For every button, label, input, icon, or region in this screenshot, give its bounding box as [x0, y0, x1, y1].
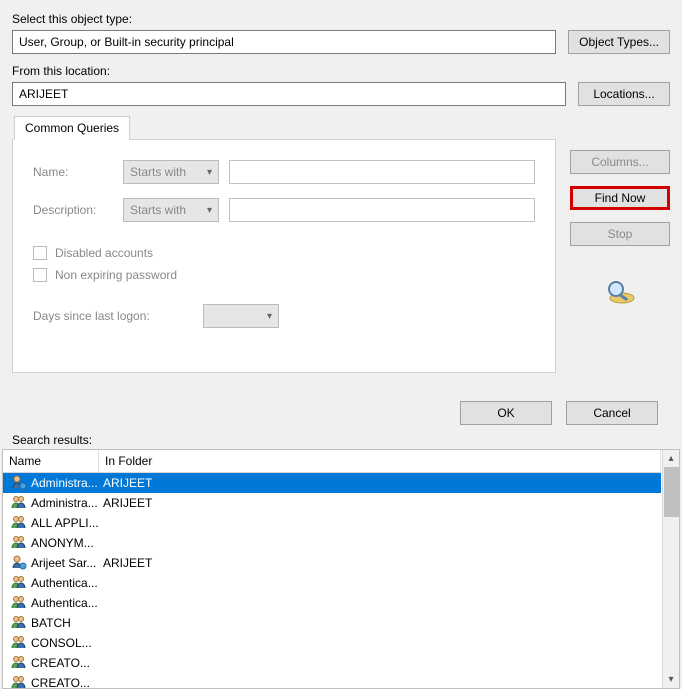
result-name: Authentica... [7, 594, 99, 613]
result-row[interactable]: Authentica... [3, 593, 661, 613]
columns-button[interactable]: Columns... [570, 150, 670, 174]
result-name: CREATO... [7, 674, 99, 689]
result-folder: ARIJEET [99, 556, 661, 570]
description-label: Description: [33, 203, 113, 217]
group-icon [11, 614, 27, 633]
locations-button[interactable]: Locations... [578, 82, 670, 106]
column-name[interactable]: Name [3, 450, 99, 472]
scroll-up-icon[interactable]: ▴ [663, 450, 680, 467]
user-icon [11, 554, 27, 573]
disabled-accounts-label: Disabled accounts [55, 246, 153, 260]
stop-button[interactable]: Stop [570, 222, 670, 246]
result-name: ANONYM... [7, 534, 99, 553]
object-types-button[interactable]: Object Types... [568, 30, 670, 54]
disabled-accounts-checkbox[interactable] [33, 246, 47, 260]
scrollbar[interactable]: ▴ ▾ [662, 450, 679, 688]
ok-button[interactable]: OK [460, 401, 552, 425]
description-match-combo[interactable]: Starts with ▾ [123, 198, 219, 222]
scroll-thumb[interactable] [664, 467, 679, 517]
search-results-label: Search results: [12, 433, 682, 447]
days-since-logon-label: Days since last logon: [33, 309, 193, 323]
description-match-value: Starts with [130, 203, 186, 217]
result-row[interactable]: Administra...ARIJEET [3, 493, 661, 513]
search-results-list[interactable]: Name In Folder Administra...ARIJEETAdmin… [2, 449, 680, 689]
group-icon [11, 534, 27, 553]
group-icon [11, 634, 27, 653]
common-queries-panel: Name: Starts with ▾ Description: Starts … [12, 139, 556, 373]
name-match-combo[interactable]: Starts with ▾ [123, 160, 219, 184]
result-row[interactable]: CONSOL... [3, 633, 661, 653]
group-icon [11, 654, 27, 673]
result-name: Administra... [7, 494, 99, 513]
name-label: Name: [33, 165, 113, 179]
chevron-down-icon: ▾ [207, 205, 212, 216]
result-name: Arijeet Sar... [7, 554, 99, 573]
from-location-label: From this location: [12, 64, 670, 78]
description-input[interactable] [229, 198, 535, 222]
result-row[interactable]: ANONYM... [3, 533, 661, 553]
result-folder: ARIJEET [99, 476, 661, 490]
non-expiring-password-label: Non expiring password [55, 268, 177, 282]
group-icon [11, 594, 27, 613]
cancel-button[interactable]: Cancel [566, 401, 658, 425]
days-since-logon-combo[interactable]: ▾ [203, 304, 279, 328]
group-icon [11, 574, 27, 593]
result-row[interactable]: ALL APPLI... [3, 513, 661, 533]
result-row[interactable]: Administra...ARIJEET [3, 473, 661, 493]
result-name: BATCH [7, 614, 99, 633]
name-input[interactable] [229, 160, 535, 184]
result-name: Authentica... [7, 574, 99, 593]
group-icon [11, 494, 27, 513]
result-row[interactable]: CREATO... [3, 653, 661, 673]
result-name: Administra... [7, 474, 99, 493]
group-icon [11, 674, 27, 689]
tab-common-queries[interactable]: Common Queries [14, 116, 130, 140]
results-header[interactable]: Name In Folder [3, 450, 661, 473]
column-in-folder[interactable]: In Folder [99, 450, 661, 472]
result-row[interactable]: Authentica... [3, 573, 661, 593]
result-row[interactable]: CREATO... [3, 673, 661, 688]
chevron-down-icon: ▾ [207, 167, 212, 178]
scroll-down-icon[interactable]: ▾ [663, 671, 680, 688]
select-object-type-label: Select this object type: [12, 12, 670, 26]
find-now-button[interactable]: Find Now [570, 186, 670, 210]
result-name: CONSOL... [7, 634, 99, 653]
object-type-input[interactable] [12, 30, 556, 54]
name-match-value: Starts with [130, 165, 186, 179]
group-icon [11, 514, 27, 533]
search-icon [602, 278, 638, 309]
user-icon [11, 474, 27, 493]
non-expiring-password-checkbox[interactable] [33, 268, 47, 282]
result-row[interactable]: BATCH [3, 613, 661, 633]
result-row[interactable]: Arijeet Sar...ARIJEET [3, 553, 661, 573]
result-name: CREATO... [7, 654, 99, 673]
chevron-down-icon: ▾ [267, 311, 272, 322]
location-input[interactable] [12, 82, 566, 106]
result-folder: ARIJEET [99, 496, 661, 510]
result-name: ALL APPLI... [7, 514, 99, 533]
